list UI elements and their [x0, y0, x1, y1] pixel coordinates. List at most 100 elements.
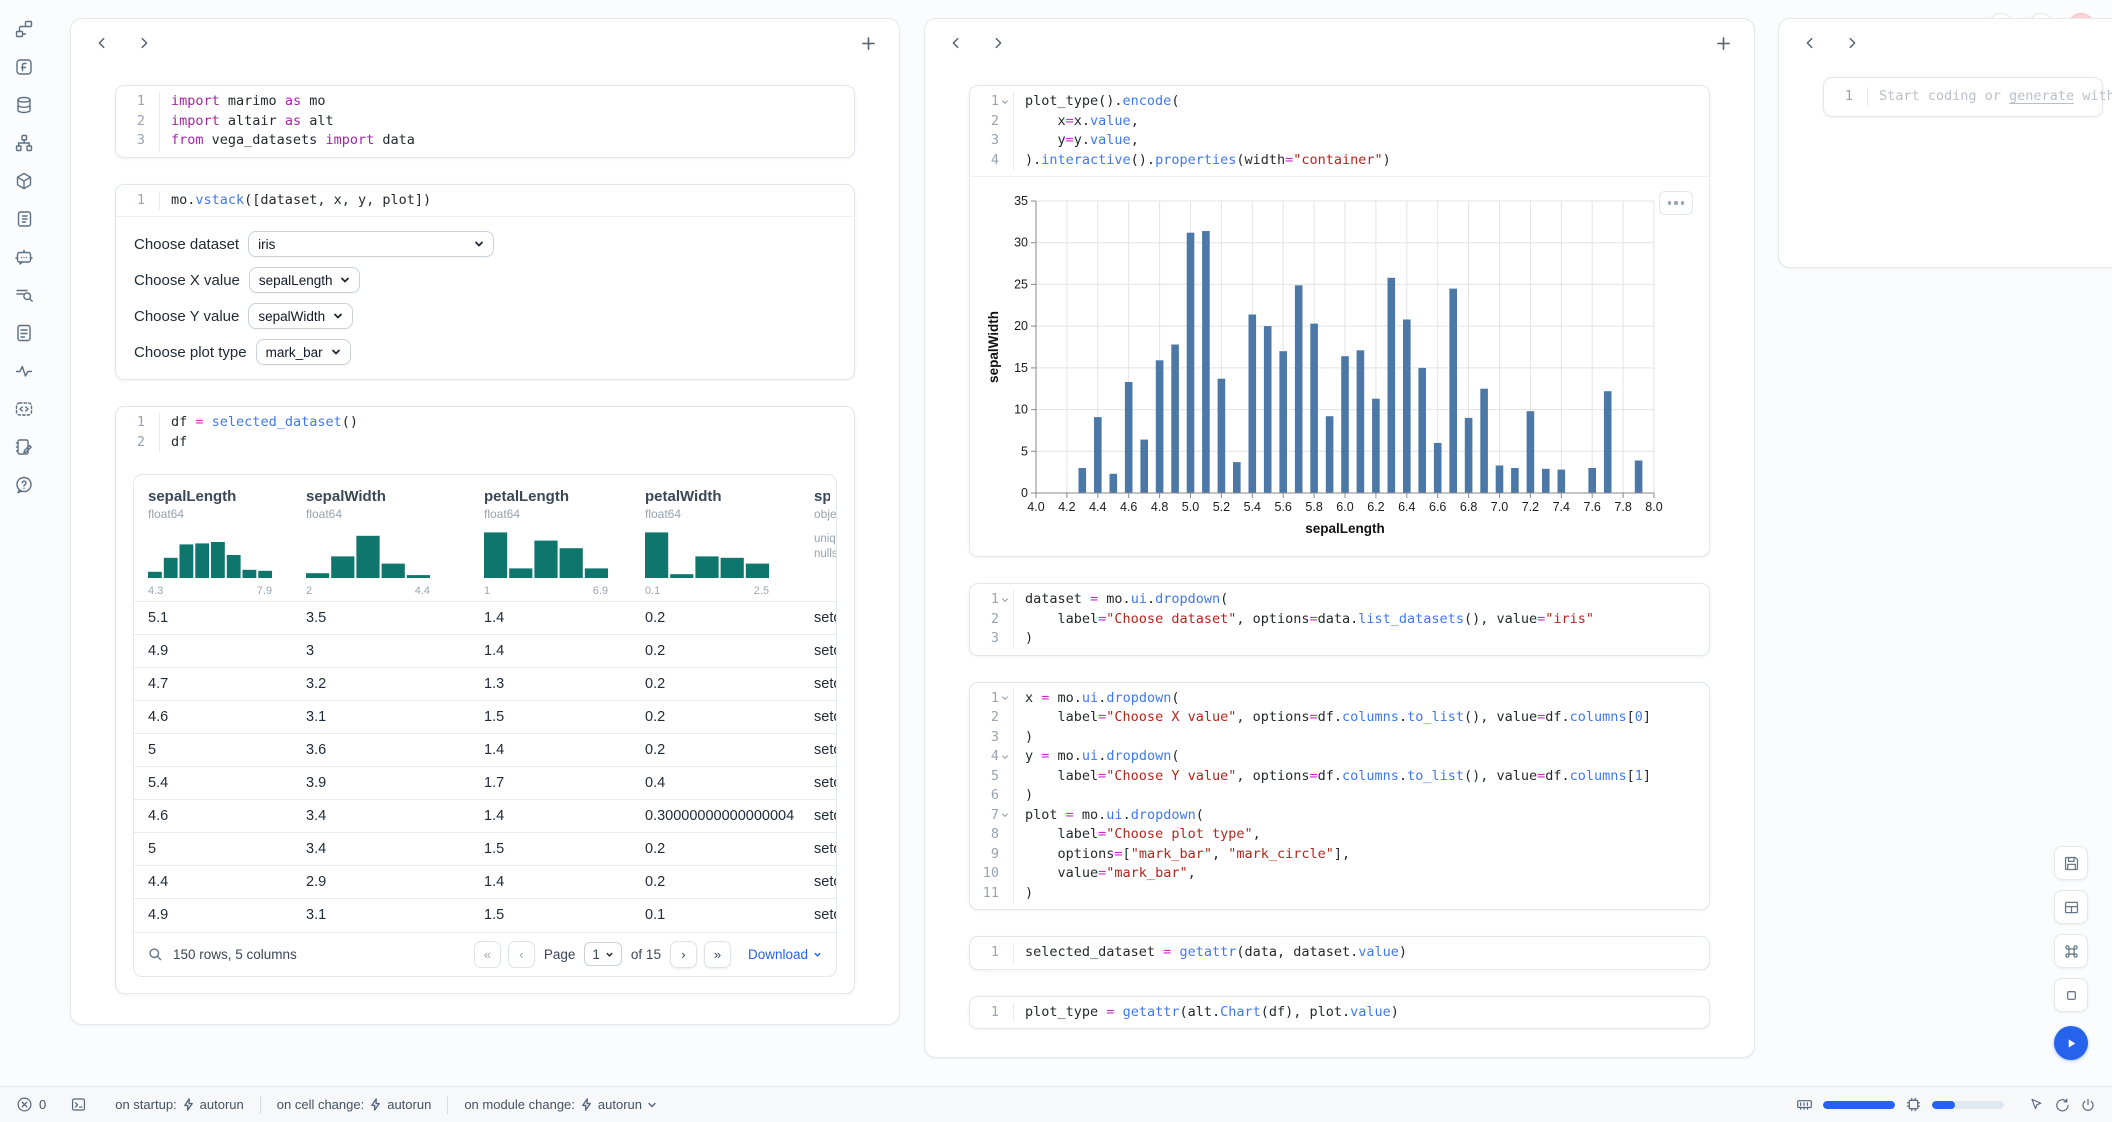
datasources-icon[interactable]	[13, 94, 35, 116]
table-row: 4.63.41.40.30000000000000004setosa	[134, 800, 836, 833]
cell-plot-type[interactable]: 1plot_type = getattr(alt.Chart(df), plot…	[969, 996, 1710, 1030]
download-button[interactable]: Download	[748, 947, 822, 962]
choose-dataset-select[interactable]: iris	[248, 231, 494, 257]
cell-imports[interactable]: 123import marimo as moimport altair as a…	[115, 85, 855, 158]
code-line: label="Choose Y value", options=df.colum…	[1025, 767, 1709, 787]
file-tree-icon[interactable]	[13, 18, 35, 40]
next-column-button[interactable]	[1841, 32, 1863, 54]
column-header-petalWidth[interactable]: petalWidthfloat640.12.5	[631, 475, 800, 602]
table-row: 4.42.91.40.2setosa	[134, 866, 836, 899]
column-header-sepalLength[interactable]: sepalLengthfloat644.37.9	[134, 475, 292, 602]
next-column-button[interactable]	[133, 32, 155, 54]
code-editor[interactable]: 1plot_type = getattr(alt.Chart(df), plot…	[970, 997, 1709, 1029]
code-editor[interactable]: 1234plot_type().encode( x=x.value, y=y.v…	[970, 86, 1709, 176]
table-cell: 3	[292, 635, 470, 668]
line-number: 8	[970, 825, 1013, 845]
add-cell-button[interactable]	[857, 32, 879, 54]
prev-page-button[interactable]: ‹	[508, 941, 535, 968]
cell-vstack[interactable]: 1mo.vstack([dataset, x, y, plot]) Choose…	[115, 184, 855, 381]
column-header-sepalWidth[interactable]: sepalWidthfloat6424.4	[292, 475, 470, 602]
pointer-icon[interactable]	[2028, 1097, 2044, 1113]
line-number[interactable]: 1	[970, 689, 1013, 709]
save-button[interactable]	[2054, 846, 2088, 880]
table-cell: 1.3	[470, 668, 631, 701]
next-column-button[interactable]	[987, 32, 1009, 54]
code-editor[interactable]: 12df = selected_dataset()df	[116, 407, 854, 458]
code-editor[interactable]: 1selected_dataset = getattr(data, datase…	[970, 937, 1709, 969]
cell-xyplot-dropdowns[interactable]: 1234567891011x = mo.ui.dropdown( label="…	[969, 682, 1710, 911]
prev-column-button[interactable]	[945, 32, 967, 54]
power-icon[interactable]	[2080, 1097, 2096, 1113]
error-indicator[interactable]: 0	[16, 1096, 46, 1113]
table-cell: 1.5	[470, 833, 631, 866]
cell-dataframe[interactable]: 12df = selected_dataset()df sepalLengthf…	[115, 406, 855, 994]
panel-layout-button[interactable]	[2054, 890, 2088, 924]
chart-actions-button[interactable]	[1659, 191, 1693, 215]
line-number[interactable]: 1	[970, 92, 1013, 112]
documentation-icon[interactable]	[13, 322, 35, 344]
on-startup-setting[interactable]: on startup: autorun	[115, 1097, 244, 1112]
first-page-button[interactable]: «	[474, 941, 501, 968]
on-module-change-setting[interactable]: on module change: autorun	[464, 1097, 657, 1112]
functions-icon[interactable]	[13, 56, 35, 78]
stop-button[interactable]	[2054, 978, 2088, 1012]
empty-code-cell[interactable]: 1 Start coding or generate with AI	[1823, 77, 2103, 117]
next-page-button[interactable]: ›	[670, 941, 697, 968]
table-cell: 0.2	[631, 635, 800, 668]
code-editor[interactable]: 123dataset = mo.ui.dropdown( label="Choo…	[970, 584, 1709, 655]
pagination: « ‹ Page 1 of 15 › » Download	[474, 941, 822, 968]
last-page-button[interactable]: »	[704, 941, 731, 968]
code-editor[interactable]: 1mo.vstack([dataset, x, y, plot])	[116, 185, 854, 217]
line-number: 1	[970, 1003, 1013, 1023]
add-cell-button[interactable]	[1712, 32, 1734, 54]
code-editor[interactable]: 1234567891011x = mo.ui.dropdown( label="…	[970, 683, 1709, 910]
notebook-column-3: 1 Start coding or generate with AI	[1778, 18, 2112, 268]
restart-icon[interactable]	[2054, 1097, 2070, 1113]
chevron-down-icon	[474, 239, 484, 249]
cell-chart[interactable]: 1234plot_type().encode( x=x.value, y=y.v…	[969, 85, 1710, 557]
table-cell: setosa	[800, 668, 836, 701]
run-all-button[interactable]	[2054, 1026, 2088, 1060]
notebook-column-2: 1234plot_type().encode( x=x.value, y=y.v…	[924, 18, 1755, 1058]
svg-text:7.2: 7.2	[1522, 500, 1539, 514]
help-icon[interactable]	[13, 474, 35, 496]
prev-column-button[interactable]	[1799, 32, 1821, 54]
table-cell: 3.6	[292, 734, 470, 767]
search-icon[interactable]	[148, 947, 163, 962]
line-number[interactable]: 7	[970, 806, 1013, 826]
notebook-icon[interactable]	[13, 436, 35, 458]
packages-icon[interactable]	[13, 170, 35, 192]
code-placeholder[interactable]: Start coding or generate with AI	[1868, 87, 2112, 107]
choose-plot-type-select[interactable]: mark_bar	[256, 339, 351, 365]
line-number[interactable]: 1	[970, 590, 1013, 610]
terminal-button[interactable]	[70, 1096, 87, 1113]
svg-text:sepalWidth: sepalWidth	[986, 311, 1001, 383]
cpu-icon	[1905, 1096, 1922, 1113]
table-cell: 4.9	[134, 899, 292, 932]
control-label: Choose Y value	[134, 308, 239, 325]
bar-chart[interactable]: 4.04.24.44.64.85.05.25.45.65.86.06.26.46…	[984, 189, 1684, 541]
logs-icon[interactable]	[13, 208, 35, 230]
cell-selected-dataset[interactable]: 1selected_dataset = getattr(data, datase…	[969, 936, 1710, 970]
on-cell-change-setting[interactable]: on cell change: autorun	[277, 1097, 432, 1112]
choose-x-value-select[interactable]: sepalLength	[249, 267, 361, 293]
svg-text:4.6: 4.6	[1120, 500, 1137, 514]
keyboard-shortcuts-button[interactable]	[2054, 934, 2088, 968]
page-select[interactable]: 1	[584, 942, 622, 966]
prev-column-button[interactable]	[91, 32, 113, 54]
column-header-species[interactable]: speciesobjectunique:nulls:	[800, 475, 836, 602]
code-editor[interactable]: 123import marimo as moimport altair as a…	[116, 86, 854, 157]
cell-dataset-dropdown[interactable]: 123dataset = mo.ui.dropdown( label="Choo…	[969, 583, 1710, 656]
choose-y-value-select[interactable]: sepalWidth	[248, 303, 353, 329]
dependency-graph-icon[interactable]	[13, 132, 35, 154]
column-header-petalLength[interactable]: petalLengthfloat6416.9	[470, 475, 631, 602]
table-cell: 5.4	[134, 767, 292, 800]
chat-icon[interactable]	[13, 246, 35, 268]
snippets-icon[interactable]	[13, 398, 35, 420]
line-number[interactable]: 4	[970, 747, 1013, 767]
code-line: y=y.value,	[1025, 131, 1709, 151]
tracing-icon[interactable]	[13, 360, 35, 382]
scratchpad-icon[interactable]	[13, 284, 35, 306]
generate-with-ai-link[interactable]: generate	[2009, 88, 2074, 104]
svg-text:4.8: 4.8	[1151, 500, 1168, 514]
